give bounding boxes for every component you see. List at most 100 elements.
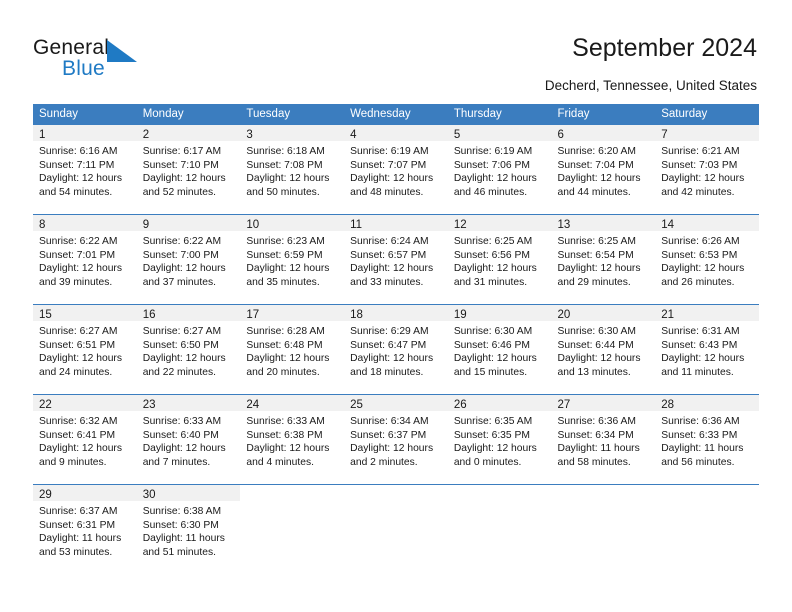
- daylight-text-line1: Daylight: 12 hours: [557, 353, 641, 365]
- day-cell[interactable]: 7 Sunrise: 6:21 AM Sunset: 7:03 PM Dayli…: [655, 125, 759, 214]
- daylight-text-line1: Daylight: 11 hours: [557, 443, 640, 455]
- day-cell[interactable]: 18 Sunrise: 6:29 AM Sunset: 6:47 PM Dayl…: [344, 305, 448, 394]
- daylight-text-line2: and 11 minutes.: [661, 366, 734, 378]
- sunrise-text: Sunrise: 6:29 AM: [350, 326, 429, 337]
- day-number-band: 11: [344, 215, 448, 231]
- calendar-week-row: 15 Sunrise: 6:27 AM Sunset: 6:51 PM Dayl…: [33, 304, 759, 394]
- sunset-text: Sunset: 7:01 PM: [39, 249, 116, 261]
- daylight-text-line2: and 15 minutes.: [453, 366, 528, 378]
- day-cell[interactable]: 19 Sunrise: 6:30 AM Sunset: 6:46 PM Dayl…: [447, 305, 552, 394]
- day-cell[interactable]: 10 Sunrise: 6:23 AM Sunset: 6:59 PM Dayl…: [240, 215, 345, 304]
- day-cell[interactable]: 26 Sunrise: 6:35 AM Sunset: 6:35 PM Dayl…: [447, 395, 552, 484]
- calendar-week-row: 1 Sunrise: 6:16 AM Sunset: 7:11 PM Dayli…: [33, 125, 759, 214]
- day-cell[interactable]: 14 Sunrise: 6:26 AM Sunset: 6:53 PM Dayl…: [655, 215, 759, 304]
- sunset-text: Sunset: 6:31 PM: [39, 519, 116, 531]
- weekday-header-saturday: Saturday: [661, 108, 708, 120]
- day-cell[interactable]: 12 Sunrise: 6:25 AM Sunset: 6:56 PM Dayl…: [447, 215, 552, 304]
- day-cell[interactable]: 23 Sunrise: 6:33 AM Sunset: 6:40 PM Dayl…: [136, 395, 241, 484]
- day-cell[interactable]: 29 Sunrise: 6:37 AM Sunset: 6:31 PM Dayl…: [33, 485, 137, 578]
- day-cell[interactable]: 1 Sunrise: 6:16 AM Sunset: 7:11 PM Dayli…: [33, 125, 137, 214]
- day-details: Sunrise: 6:17 AM Sunset: 7:10 PM Dayligh…: [137, 141, 241, 199]
- daylight-text-line2: and 26 minutes.: [661, 276, 735, 288]
- daylight-text-line1: Daylight: 12 hours: [39, 173, 122, 185]
- weekday-header-row: Sunday Monday Tuesday Wednesday Thursday…: [33, 104, 759, 125]
- day-cell[interactable]: 28 Sunrise: 6:36 AM Sunset: 6:33 PM Dayl…: [655, 395, 759, 484]
- day-cell[interactable]: 3 Sunrise: 6:18 AM Sunset: 7:08 PM Dayli…: [240, 125, 345, 214]
- daylight-text-line1: Daylight: 11 hours: [39, 533, 122, 545]
- daylight-text-line1: Daylight: 12 hours: [246, 353, 330, 365]
- daylight-text-line2: and 20 minutes.: [246, 366, 320, 378]
- brand-logo[interactable]: General Blue: [33, 36, 213, 82]
- sunset-text: Sunset: 7:03 PM: [661, 159, 738, 171]
- day-cell[interactable]: 25 Sunrise: 6:34 AM Sunset: 6:37 PM Dayl…: [344, 395, 448, 484]
- day-details: Sunrise: 6:25 AM Sunset: 6:56 PM Dayligh…: [448, 231, 552, 289]
- sunrise-text: Sunrise: 6:18 AM: [246, 146, 325, 157]
- sunset-text: Sunset: 6:38 PM: [246, 429, 323, 441]
- day-number-band: 5: [447, 125, 552, 141]
- sunset-text: Sunset: 6:50 PM: [142, 339, 219, 351]
- day-number-band: 2: [136, 125, 241, 141]
- day-details: Sunrise: 6:37 AM Sunset: 6:31 PM Dayligh…: [33, 501, 137, 559]
- day-cell[interactable]: 15 Sunrise: 6:27 AM Sunset: 6:51 PM Dayl…: [33, 305, 137, 394]
- day-number: 1: [39, 129, 46, 141]
- day-number-band: 30: [136, 485, 241, 501]
- day-number: 24: [246, 399, 260, 411]
- daylight-text-line1: Daylight: 12 hours: [39, 443, 122, 455]
- day-number: 15: [39, 309, 52, 321]
- sunset-text: Sunset: 7:04 PM: [557, 159, 634, 171]
- day-cell[interactable]: 27 Sunrise: 6:36 AM Sunset: 6:34 PM Dayl…: [551, 395, 656, 484]
- day-number: 18: [350, 309, 363, 321]
- sunrise-text: Sunrise: 6:26 AM: [661, 236, 740, 247]
- day-number: 26: [453, 399, 467, 411]
- day-cell[interactable]: 22 Sunrise: 6:32 AM Sunset: 6:41 PM Dayl…: [33, 395, 137, 484]
- day-cell[interactable]: 9 Sunrise: 6:22 AM Sunset: 7:00 PM Dayli…: [136, 215, 241, 304]
- day-cell[interactable]: 11 Sunrise: 6:24 AM Sunset: 6:57 PM Dayl…: [344, 215, 448, 304]
- day-number-band: 17: [240, 305, 345, 321]
- day-number: 25: [350, 399, 363, 411]
- day-details: Sunrise: 6:19 AM Sunset: 7:07 PM Dayligh…: [344, 141, 448, 199]
- daylight-text-line1: Daylight: 12 hours: [39, 263, 122, 275]
- day-cell-empty: [655, 485, 759, 578]
- day-number: 19: [453, 309, 467, 321]
- sunset-text: Sunset: 6:44 PM: [557, 339, 634, 351]
- day-cell[interactable]: 8 Sunrise: 6:22 AM Sunset: 7:01 PM Dayli…: [33, 215, 137, 304]
- day-number: 17: [246, 309, 260, 321]
- sunrise-text: Sunrise: 6:21 AM: [661, 146, 740, 157]
- day-details: Sunrise: 6:24 AM Sunset: 6:57 PM Dayligh…: [344, 231, 448, 289]
- day-cell[interactable]: 21 Sunrise: 6:31 AM Sunset: 6:43 PM Dayl…: [655, 305, 759, 394]
- day-cell[interactable]: 20 Sunrise: 6:30 AM Sunset: 6:44 PM Dayl…: [551, 305, 656, 394]
- daylight-text-line2: and 44 minutes.: [557, 186, 631, 198]
- daylight-text-line1: Daylight: 12 hours: [350, 443, 434, 455]
- sunset-text: Sunset: 6:43 PM: [661, 339, 738, 351]
- day-number: 4: [350, 129, 357, 141]
- sail-triangle-icon: [107, 40, 137, 62]
- day-details: Sunrise: 6:18 AM Sunset: 7:08 PM Dayligh…: [240, 141, 344, 199]
- day-number-band: 1: [33, 125, 137, 141]
- day-cell[interactable]: 24 Sunrise: 6:33 AM Sunset: 6:38 PM Dayl…: [240, 395, 345, 484]
- daylight-text-line1: Daylight: 11 hours: [142, 533, 225, 545]
- day-number-band: 16: [136, 305, 241, 321]
- daylight-text-line2: and 22 minutes.: [142, 366, 216, 378]
- day-cell[interactable]: 13 Sunrise: 6:25 AM Sunset: 6:54 PM Dayl…: [551, 215, 656, 304]
- day-cell[interactable]: 17 Sunrise: 6:28 AM Sunset: 6:48 PM Dayl…: [240, 305, 345, 394]
- sunrise-text: Sunrise: 6:33 AM: [142, 416, 222, 427]
- daylight-text-line2: and 52 minutes.: [142, 186, 216, 198]
- day-number-band: 4: [344, 125, 448, 141]
- sunrise-text: Sunrise: 6:38 AM: [142, 506, 222, 517]
- day-number: 11: [350, 219, 363, 231]
- day-number-band: 8: [33, 215, 137, 231]
- day-cell[interactable]: 4 Sunrise: 6:19 AM Sunset: 7:07 PM Dayli…: [344, 125, 448, 214]
- day-details: Sunrise: 6:28 AM Sunset: 6:48 PM Dayligh…: [240, 321, 344, 379]
- daylight-text-line2: and 18 minutes.: [350, 366, 424, 378]
- weekday-header-tuesday: Tuesday: [246, 108, 291, 120]
- day-cell[interactable]: 16 Sunrise: 6:27 AM Sunset: 6:50 PM Dayl…: [136, 305, 241, 394]
- daylight-text-line2: and 51 minutes.: [142, 546, 216, 558]
- day-cell[interactable]: 30 Sunrise: 6:38 AM Sunset: 6:30 PM Dayl…: [136, 485, 241, 578]
- day-cell[interactable]: 5 Sunrise: 6:19 AM Sunset: 7:06 PM Dayli…: [447, 125, 552, 214]
- day-number-band: 29: [33, 485, 137, 501]
- day-details: Sunrise: 6:33 AM Sunset: 6:38 PM Dayligh…: [240, 411, 344, 469]
- day-cell[interactable]: 6 Sunrise: 6:20 AM Sunset: 7:04 PM Dayli…: [551, 125, 656, 214]
- day-details: Sunrise: 6:26 AM Sunset: 6:53 PM Dayligh…: [655, 231, 759, 289]
- day-cell[interactable]: 2 Sunrise: 6:17 AM Sunset: 7:10 PM Dayli…: [136, 125, 241, 214]
- sunrise-text: Sunrise: 6:28 AM: [246, 326, 325, 337]
